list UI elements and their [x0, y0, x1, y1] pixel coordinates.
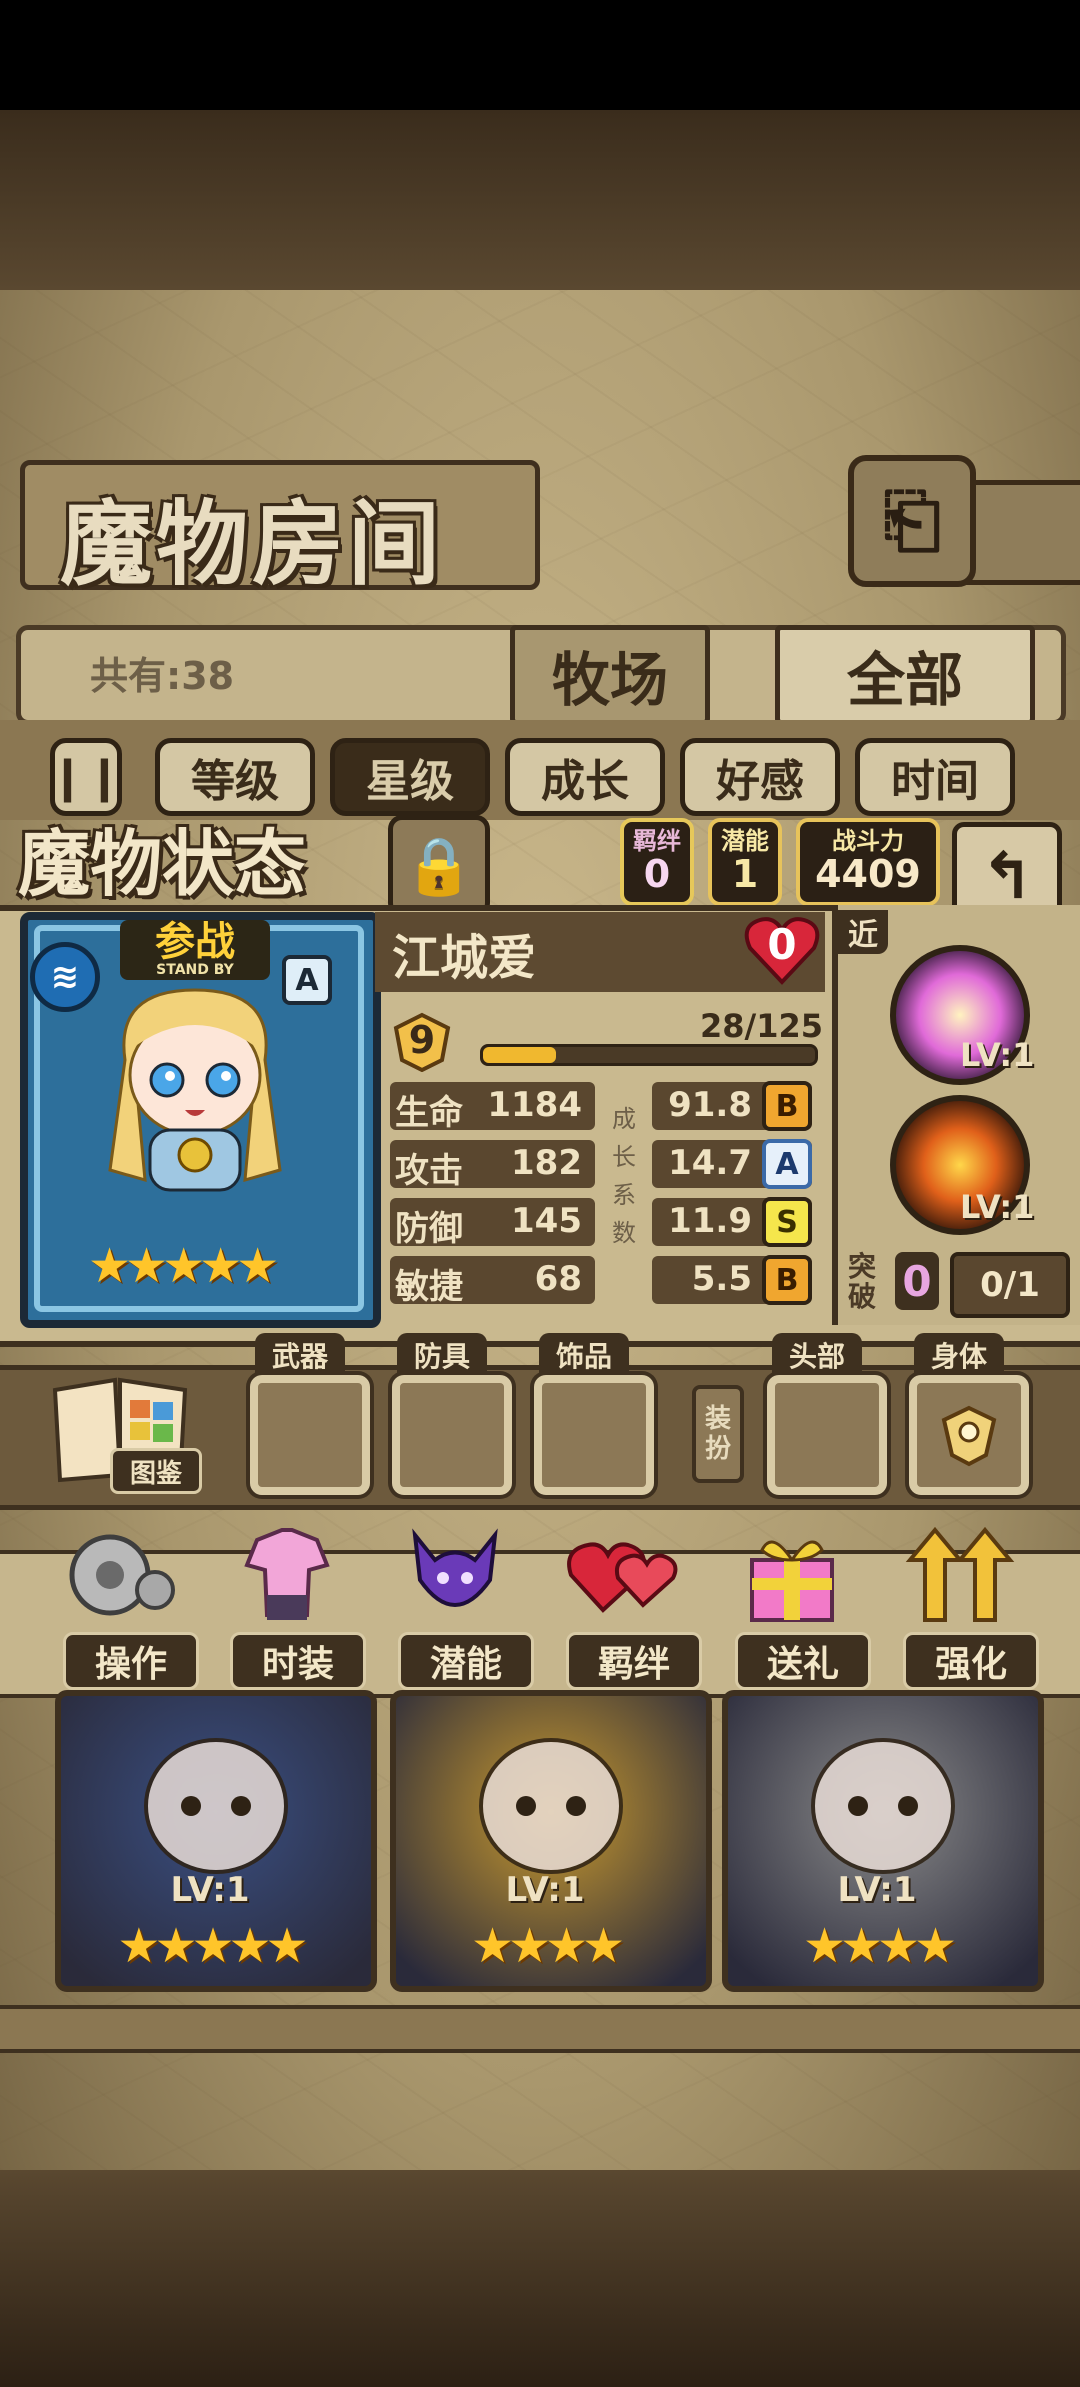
back-arrow-icon: ⎗ [883, 478, 941, 562]
monster-list-stars: ★★★★★ [117, 1918, 308, 1974]
lock-icon: 🔒 [404, 834, 474, 899]
growth-value: 14.7 [668, 1143, 752, 1183]
monster-name: 江城爱 [392, 930, 537, 986]
slot-label-accessory: 饰品 [539, 1333, 629, 1377]
weapon-slot[interactable] [250, 1375, 370, 1495]
monster-list-level: LV:1 [505, 1870, 585, 1910]
tab-all[interactable]: 全部 [775, 625, 1035, 725]
dress-up-label: 装扮 [692, 1385, 744, 1483]
stat-value: 68 [534, 1259, 582, 1299]
monster-list-level: LV:1 [170, 1870, 250, 1910]
back-button-extension [964, 480, 1080, 585]
sort-growth-button[interactable]: 成长 [505, 738, 665, 816]
sort-star-button[interactable]: 星级 [330, 738, 490, 816]
water-element-icon: ≋ [30, 942, 100, 1012]
affection-heart-icon: 0 [742, 910, 822, 990]
slot-label-armor: 防具 [397, 1333, 487, 1377]
body-armor-icon [941, 1405, 997, 1467]
sort-time-button[interactable]: 时间 [855, 738, 1015, 816]
bond-counter: 羁绊 0 [620, 818, 694, 906]
hearts-icon [563, 1520, 683, 1634]
monster-portrait [479, 1738, 623, 1874]
skill-level: LV:1 [960, 1036, 1035, 1074]
affection-value: 0 [767, 920, 797, 969]
exp-bar-fill [483, 1047, 556, 1063]
sort-affection-button[interactable]: 好感 [680, 738, 840, 816]
stat-value: 145 [511, 1201, 582, 1241]
breakthrough-count: 0 [895, 1252, 939, 1310]
action-label[interactable]: 操作 [63, 1632, 199, 1690]
growth-coefficient-label: 成 长 系 数 [612, 1105, 636, 1247]
growth-grade-badge: S [762, 1197, 812, 1247]
list-frame-bottom [0, 2005, 1080, 2053]
top-frame [0, 110, 1080, 290]
action-label[interactable]: 羁绊 [566, 1632, 702, 1690]
action-label[interactable]: 送礼 [735, 1632, 871, 1690]
gear-icon [60, 1520, 180, 1634]
pause-icon: ❙❙ [49, 751, 123, 803]
back-arrow-icon: ↰ [980, 840, 1034, 914]
stat-label: 生命 [395, 1093, 463, 1133]
bottom-frame [0, 2170, 1080, 2387]
skill-level: LV:1 [960, 1188, 1035, 1226]
status-title: 魔物状态 [18, 822, 307, 906]
action-label[interactable]: 时装 [230, 1632, 366, 1690]
monster-list-stars: ★★★★ [470, 1918, 625, 1974]
growth-grade-badge: B [762, 1255, 812, 1305]
upgrade-arrows-icon [900, 1520, 1020, 1634]
breakthrough-progress[interactable]: 0/1 [950, 1252, 1070, 1318]
monster-list-stars: ★★★★ [802, 1918, 957, 1974]
stat-label: 敏捷 [395, 1267, 463, 1307]
potential-counter: 潜能 1 [708, 818, 782, 906]
growth-grade-badge: B [762, 1081, 812, 1131]
body-slot[interactable] [909, 1375, 1029, 1495]
range-badge: 近 [838, 910, 888, 954]
gift-icon [732, 1520, 852, 1634]
stat-value: 182 [511, 1143, 582, 1183]
growth-grade-badge: A [762, 1139, 812, 1189]
armor-slot[interactable] [392, 1375, 512, 1495]
back-button[interactable]: ⎗ [848, 455, 976, 587]
collection-count: 共有:38 [90, 654, 235, 698]
stat-label: 攻击 [395, 1151, 463, 1191]
growth-value: 91.8 [668, 1085, 752, 1125]
action-label[interactable]: 强化 [903, 1632, 1039, 1690]
stat-value: 1184 [487, 1085, 582, 1125]
page-title: 魔物房间 [60, 491, 445, 598]
slot-label-head: 头部 [772, 1333, 862, 1377]
breakthrough-label: 突破 [848, 1250, 877, 1313]
tab-ranch[interactable]: 牧场 [510, 625, 710, 725]
stat-label: 防御 [395, 1209, 463, 1249]
standby-badge: 参战 STAND BY [120, 920, 270, 980]
demon-icon [395, 1520, 515, 1634]
head-slot[interactable] [767, 1375, 887, 1495]
action-label[interactable]: 潜能 [398, 1632, 534, 1690]
monster-level: 9 [408, 1018, 436, 1062]
power-counter: 战斗力 4409 [796, 818, 940, 906]
slot-label-body: 身体 [914, 1333, 1004, 1377]
exp-text: 28/125 [700, 1007, 824, 1045]
outfit-icon [227, 1520, 347, 1634]
monster-star-rating: ★★★★★ [88, 1238, 279, 1294]
monster-list-level: LV:1 [837, 1870, 917, 1910]
growth-value: 5.5 [691, 1259, 752, 1299]
lock-button[interactable]: 🔒 [388, 815, 490, 917]
monster-portrait [144, 1738, 288, 1874]
growth-value: 11.9 [668, 1201, 752, 1241]
monster-portrait [811, 1738, 955, 1874]
accessory-slot[interactable] [534, 1375, 654, 1495]
monster-portrait [108, 988, 282, 1192]
slot-label-weapon: 武器 [255, 1333, 345, 1377]
encyclopedia-label[interactable]: 图鉴 [110, 1448, 202, 1494]
